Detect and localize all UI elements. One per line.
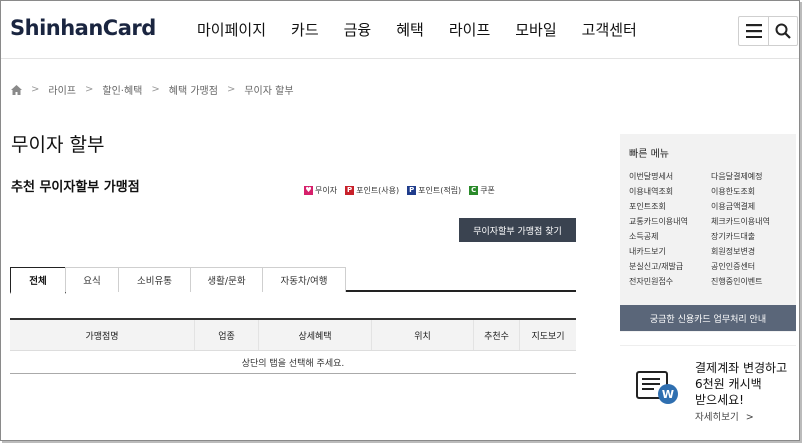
quick-menu-item[interactable]: 내카드보기 [629,246,711,258]
column-header: 상세혜택 [259,320,372,350]
nav-item-benefit[interactable]: 혜택 [396,19,424,40]
quick-menu-item[interactable]: 다음달결제예정 [711,171,791,183]
nav-item-mypage[interactable]: 마이페이지 [197,19,266,40]
chevron-right-icon: > [31,84,40,95]
promo-link-label: 자세히보기 [695,412,739,423]
nav-item-card[interactable]: 카드 [291,19,319,40]
quick-menu-item[interactable]: 체크카드이용내역 [711,216,791,228]
merchant-table: 가맹점명 업종 상세혜택 위치 추천수 지도보기 상단의 탭을 선택해 주세요. [10,318,576,374]
legend-label: 무이자 [315,186,338,195]
legend-item-point-use: P 포인트(사용) [345,185,399,196]
tab-all[interactable]: 전체 [10,267,66,294]
breadcrumb-item-merchants[interactable]: 혜택 가맹점 [169,82,218,97]
quick-menu-item[interactable]: 전자민원접수 [629,276,711,288]
quick-menu-item[interactable]: 포인트조회 [629,201,711,213]
point-earn-icon: P [407,186,417,195]
search-button[interactable] [768,17,797,45]
quick-menu-list: 이번달명세서 다음달결제예정 이용내역조회 이용한도조회 포인트조회 이용금액결… [629,171,791,288]
legend-label: 포인트(적립) [418,186,462,195]
nav-item-finance[interactable]: 금융 [344,19,372,40]
quick-menu-item[interactable]: 공인인증센터 [711,261,791,273]
menu-button[interactable] [739,17,768,45]
home-icon[interactable] [11,84,22,95]
promo-line: 결제계좌 변경하고 [695,361,788,375]
coupon-icon: C [469,186,479,195]
page-frame: ShinhanCard 마이페이지 카드 금융 혜택 라이프 모바일 고객센터 … [0,0,800,441]
legend-label: 포인트(사용) [356,186,400,195]
find-merchant-button[interactable]: 무이자할부 가맹점 찾기 [459,218,576,242]
table-header: 가맹점명 업종 상세혜택 위치 추천수 지도보기 [10,320,576,351]
point-use-icon: P [345,186,355,195]
tab-life-culture[interactable]: 생활/문화 [190,267,263,292]
empty-message: 상단의 탭을 선택해 주세요. [10,351,576,374]
category-tabs: 전체 요식 소비유통 생활/문화 자동차/여행 [10,267,576,294]
promo-line: 받으세요! [695,393,744,407]
quick-menu-item[interactable]: 이번달명세서 [629,171,711,183]
chevron-right-icon: > [151,84,160,95]
breadcrumb-item-current: 무이자 할부 [244,86,294,97]
main-nav: 마이페이지 카드 금융 혜택 라이프 모바일 고객센터 [197,19,662,40]
benefit-legend: ♥ 무이자 P 포인트(사용) P 포인트(적립) C 쿠폰 [304,185,503,196]
promo-detail-link[interactable]: 자세히보기 > [695,409,754,423]
tab-food[interactable]: 요식 [65,267,119,292]
quick-menu-title: 빠른 메뉴 [629,149,669,160]
chevron-right-icon: > [226,84,236,95]
legend-label: 쿠폰 [480,186,495,195]
quick-menu-item[interactable]: 소득공제 [629,231,711,243]
quick-menu: 빠른 메뉴 이번달명세서 다음달결제예정 이용내역조회 이용한도조회 포인트조회… [620,134,796,332]
quick-menu-item[interactable]: 장기카드대출 [711,231,791,243]
nav-item-life[interactable]: 라이프 [449,19,490,40]
header-buttons [738,16,798,46]
quick-menu-item[interactable]: 이용금액결제 [711,201,791,213]
chevron-right-icon: > [745,412,754,423]
promo-line: 6천원 캐시백 [695,377,762,391]
page-title: 무이자 할부 [11,134,105,156]
logo[interactable]: ShinhanCard [10,16,156,40]
column-header: 추천수 [474,320,520,350]
promo-text: 결제계좌 변경하고 6천원 캐시백 받으세요! [695,360,787,408]
quick-menu-item[interactable]: 교통카드이용내역 [629,216,711,228]
section-title: 추천 무이자할부 가맹점 [11,180,140,195]
column-header: 지도보기 [531,331,565,342]
heart-icon: ♥ [304,186,313,195]
breadcrumb: > 라이프 > 할인·혜택 > 혜택 가맹점 > 무이자 할부 [11,82,294,97]
quick-menu-item[interactable]: 이용내역조회 [629,186,711,198]
column-header: 업종 [195,320,259,350]
breadcrumb-item-discount[interactable]: 할인·혜택 [102,82,142,97]
quick-menu-item[interactable]: 회원정보변경 [711,246,791,258]
nav-item-mobile[interactable]: 모바일 [515,19,556,40]
quick-menu-item[interactable]: 이용한도조회 [711,186,791,198]
chevron-right-icon: > [85,84,94,95]
nav-item-customer-center[interactable]: 고객센터 [582,19,637,40]
legend-item-point-earn: P 포인트(적립) [407,185,461,196]
tab-retail[interactable]: 소비유통 [118,267,191,292]
legend-item-interest-free: ♥ 무이자 [304,185,337,196]
breadcrumb-item-life[interactable]: 라이프 [48,82,76,97]
quick-menu-item[interactable]: 진행중인이벤트 [711,276,791,288]
legend-item-coupon: C 쿠폰 [469,185,495,196]
promo-banner[interactable]: W 결제계좌 변경하고 6천원 캐시백 받으세요! 자세히보기 > [620,345,796,439]
quick-menu-item[interactable]: 분실신고/재발급 [629,261,711,273]
credit-card-guide-button[interactable]: 궁금한 신용카드 업무처리 안내 [620,305,796,331]
search-icon [775,23,791,39]
column-header: 위치 [372,320,474,350]
won-badge-text: W [662,388,674,401]
tab-car-travel[interactable]: 자동차/여행 [262,267,346,292]
hamburger-icon [745,24,762,38]
column-header: 가맹점명 [10,320,195,350]
document-won-icon: W [636,371,678,404]
site-header: ShinhanCard 마이페이지 카드 금융 혜택 라이프 모바일 고객센터 [1,1,799,59]
